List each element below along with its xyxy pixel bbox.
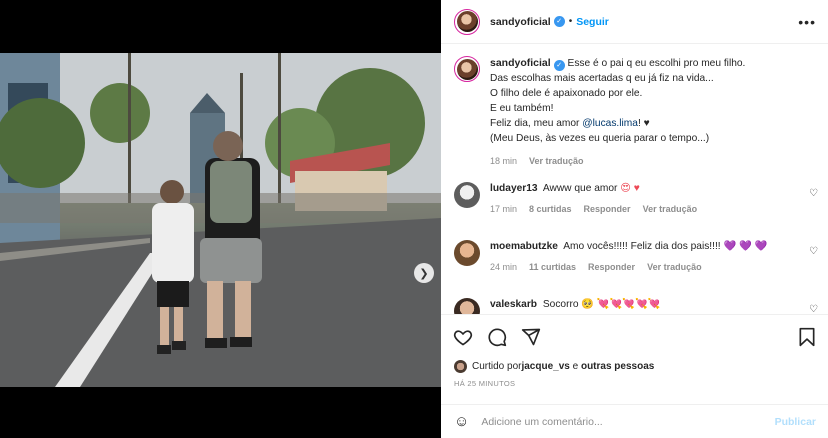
emoji-smiley-icon[interactable]: ☺ (454, 413, 469, 430)
like-comment-heart-icon[interactable]: ♡ (809, 246, 818, 257)
translate-link[interactable]: Ver tradução (529, 154, 584, 169)
caption-line: E eu também! (490, 103, 554, 114)
liked-by-prefix: Curtido por (472, 361, 522, 372)
caption: sandyoficial ✓ Esse é o pai q eu escolhi … (454, 56, 810, 169)
reply-button[interactable]: Responder (584, 202, 631, 216)
comment-item: valeskarb Socorro 🥺 💘💘💘💘💘 ♡ (454, 298, 818, 314)
share-paper-plane-icon[interactable] (521, 327, 541, 347)
comment-emojis: 🥺 💘💘💘💘💘 (581, 299, 661, 310)
save-button[interactable] (798, 327, 816, 347)
photo-illustration (0, 53, 441, 387)
comment-emojis: 😍 ♥ (620, 183, 640, 194)
follow-button[interactable]: Seguir (576, 16, 609, 28)
caption-username[interactable]: sandyoficial (490, 57, 551, 69)
caption-line: O filho dele é apaixonado por ele. (490, 88, 643, 99)
like-comment-heart-icon[interactable]: ♡ (809, 188, 818, 199)
commenter-avatar[interactable] (454, 182, 480, 208)
action-icons (453, 327, 541, 347)
actions-section: Curtido por jacque_vs e outras pessoas H… (441, 314, 828, 410)
translate-link[interactable]: Ver tradução (643, 202, 698, 216)
add-comment-bar: ☺ Publicar (441, 404, 828, 438)
comment-item: ludayer13 Awww que amor 😍 ♥ 17 min 8 cur… (454, 182, 818, 216)
comment-emojis: 💜 💜 💜 (723, 241, 768, 252)
carousel-next-button[interactable]: ❯ (414, 263, 434, 283)
mention-link[interactable]: @lucas.lima (582, 118, 638, 129)
like-comment-heart-icon[interactable]: ♡ (809, 304, 818, 314)
caption-line: Esse é o pai q eu escolhi pro meu filho. (567, 58, 746, 69)
comment-meta: 17 min 8 curtidas Responder Ver tradução (490, 202, 697, 216)
comment-username[interactable]: moemabutzke (490, 241, 558, 252)
liked-by-middle: e (569, 361, 581, 372)
caption-line: Das escolhas mais acertadas q eu já fiz … (490, 73, 714, 84)
comment-text: Amo vocês!!!!! Feliz dia dos pais!!!! (563, 241, 721, 252)
author-avatar[interactable] (454, 8, 480, 35)
more-dots-icon[interactable]: ••• (798, 14, 816, 30)
comment-meta: 24 min 11 curtidas Responder Ver traduçã… (490, 260, 767, 274)
liked-by-others-link[interactable]: outras pessoas (581, 361, 654, 372)
like-heart-icon[interactable] (453, 327, 473, 347)
translate-link[interactable]: Ver tradução (647, 260, 702, 274)
caption-line-suffix: ! ♥ (637, 118, 650, 129)
chevron-right-icon: ❯ (419, 267, 429, 280)
commenter-avatar[interactable] (454, 240, 480, 266)
comment-item: moemabutzke Amo vocês!!!!! Feliz dia dos… (454, 240, 818, 274)
comment-time: 17 min (490, 204, 518, 214)
post-timestamp: HÁ 25 MINUTOS (454, 379, 516, 388)
caption-body: sandyoficial ✓ Esse é o pai q eu escolhi … (490, 56, 810, 169)
comment-username[interactable]: ludayer13 (490, 183, 538, 194)
comment-text: Awww que amor (542, 183, 618, 194)
verified-badge-icon: ✓ (553, 16, 565, 27)
reply-button[interactable]: Responder (588, 260, 635, 274)
comment-likes[interactable]: 8 curtidas (529, 202, 572, 216)
post-photo[interactable]: ❯ (0, 53, 441, 387)
commenter-avatar[interactable] (454, 298, 480, 314)
post-header: sandyoficial ✓ • Seguir ••• (441, 0, 828, 44)
liked-by: Curtido por jacque_vs e outras pessoas (454, 360, 654, 373)
caption-line: Feliz dia, meu amor (490, 118, 583, 129)
caption-line: (Meu Deus, às vezes eu queria parar o te… (490, 133, 710, 144)
comment-body: valeskarb Socorro 🥺 💘💘💘💘💘 (490, 298, 660, 314)
liker-avatar[interactable] (454, 360, 467, 373)
comment-text: Socorro (542, 299, 579, 310)
verified-badge-icon: ✓ (553, 60, 565, 71)
bookmark-icon[interactable] (798, 327, 816, 347)
author-username[interactable]: sandyoficial (490, 16, 551, 28)
liked-by-user[interactable]: jacque_vs (521, 361, 569, 372)
publish-button[interactable]: Publicar (775, 416, 816, 428)
caption-time: 18 min (490, 156, 518, 166)
media-area: ❯ (0, 0, 441, 438)
separator: • (568, 16, 573, 27)
caption-meta: 18 min Ver tradução (490, 154, 810, 169)
comment-likes[interactable]: 11 curtidas (529, 260, 576, 274)
comment-body: ludayer13 Awww que amor 😍 ♥ 17 min 8 cur… (490, 182, 697, 216)
comment-username[interactable]: valeskarb (490, 299, 537, 310)
comment-time: 24 min (490, 262, 518, 272)
comment-body: moemabutzke Amo vocês!!!!! Feliz dia dos… (490, 240, 767, 274)
caption-avatar[interactable] (454, 56, 480, 82)
comments-list[interactable]: sandyoficial ✓ Esse é o pai q eu escolhi … (441, 44, 828, 314)
post-panel: sandyoficial ✓ • Seguir ••• sandyoficial… (441, 0, 828, 438)
comment-input[interactable] (481, 415, 752, 428)
comment-bubble-icon[interactable] (487, 327, 507, 347)
